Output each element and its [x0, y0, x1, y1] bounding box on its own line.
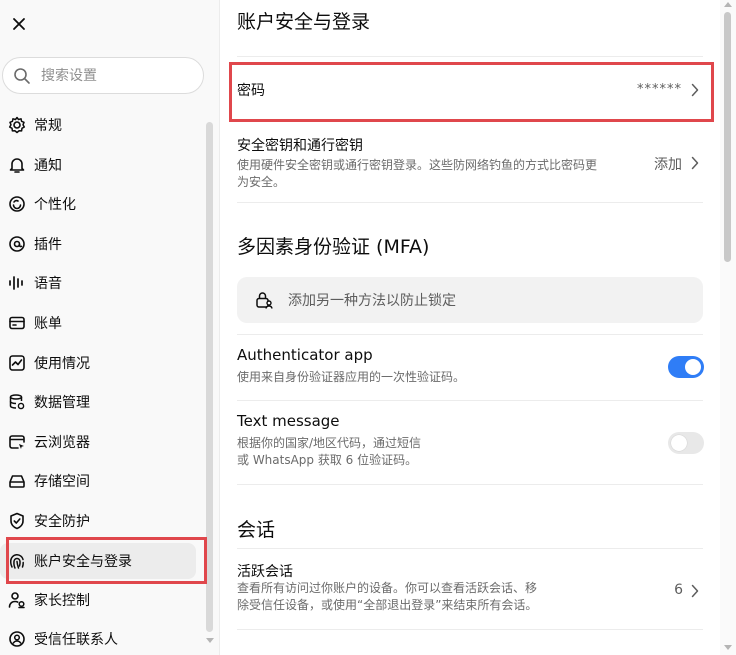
search-icon	[14, 67, 30, 84]
sidebar-item-parental-controls[interactable]: 家长控制	[0, 582, 196, 618]
text-message-description-line2: 或 WhatsApp 获取 6 位验证码。	[237, 453, 418, 467]
sidebar-item-label: 存储空间	[34, 474, 90, 490]
close-button[interactable]	[6, 11, 32, 37]
parental-icon	[8, 592, 25, 609]
cloud-browser-icon	[9, 435, 25, 449]
page-title: 账户安全与登录	[237, 11, 371, 33]
sidebar-item-storage[interactable]: 存储空间	[0, 463, 196, 499]
active-sessions-description: 查看所有访问过你账户的设备。你可以查看活跃会话、移 除受信任设备，或使用“全部退…	[237, 580, 657, 614]
usage-icon	[9, 355, 25, 371]
passkeys-title: 安全密钥和通行密钥	[237, 138, 363, 154]
lock-person-icon	[256, 292, 273, 309]
active-sessions-row[interactable]: 活跃会话 查看所有访问过你账户的设备。你可以查看活跃会话、移 除受信任设备，或使…	[220, 549, 710, 629]
divider	[237, 484, 703, 485]
sidebar-item-general[interactable]: 常规	[0, 107, 196, 143]
scroll-down-arrow-icon[interactable]	[724, 645, 732, 650]
sidebar-item-plugins[interactable]: 插件	[0, 226, 196, 262]
password-row[interactable]: 密码 ******	[220, 62, 710, 118]
sidebar-item-label: 数据管理	[34, 395, 90, 411]
scroll-down-arrow-icon[interactable]	[206, 638, 214, 643]
password-label: 密码	[237, 83, 265, 99]
add-passkey-button[interactable]: 添加	[654, 154, 682, 174]
plugin-icon	[9, 236, 25, 252]
sidebar-item-trusted-contacts[interactable]: 受信任联系人	[0, 621, 196, 655]
sidebar-item-notifications[interactable]: 通知	[0, 147, 196, 183]
password-masked-value: ******	[637, 82, 682, 97]
authenticator-title: Authenticator app	[237, 346, 373, 364]
text-message-title: Text message	[237, 412, 340, 430]
sidebar-item-label: 受信任联系人	[34, 632, 118, 648]
sidebar-item-label: 使用情况	[34, 356, 90, 372]
active-sessions-description-line1: 查看所有访问过你账户的设备。你可以查看活跃会话、移	[237, 581, 538, 595]
passkeys-description-line2: 为安全。	[237, 175, 286, 189]
sessions-heading: 会话	[237, 519, 276, 541]
authenticator-description: 使用来自身份验证器应用的一次性验证码。	[237, 370, 466, 384]
sidebar-item-cloud-browser[interactable]: 云浏览器	[0, 424, 196, 460]
settings-content: 账户安全与登录 密码 ****** 安全密钥和通行密钥 使用硬件安全密钥或通行密…	[220, 0, 720, 655]
passkeys-description: 使用硬件安全密钥或通行密钥登录。这些防网络钓鱼的方式比密码更 为安全。	[237, 157, 637, 191]
sidebar-item-label: 常规	[34, 118, 62, 134]
divider	[237, 629, 703, 630]
sidebar-item-label: 安全防护	[34, 514, 90, 530]
divider	[237, 56, 703, 57]
add-mfa-method-label: 添加另一种方法以防止锁定	[288, 293, 456, 309]
divider	[237, 202, 703, 203]
active-sessions-title: 活跃会话	[237, 564, 293, 580]
scroll-up-arrow-icon[interactable]	[724, 2, 732, 7]
data-icon	[9, 394, 25, 410]
personalization-icon	[9, 196, 25, 212]
text-message-toggle[interactable]	[668, 432, 704, 454]
sidebar-item-voice[interactable]: 语音	[0, 265, 196, 301]
content-scrollbar-thumb[interactable]	[724, 12, 731, 262]
authenticator-toggle[interactable]	[668, 356, 704, 378]
sidebar-item-label: 通知	[34, 158, 62, 174]
fingerprint-icon	[9, 554, 24, 569]
chevron-right-icon	[690, 583, 700, 599]
shield-icon	[10, 512, 24, 530]
sidebar-scrollbar-thumb[interactable]	[206, 122, 213, 632]
chevron-right-icon	[690, 155, 700, 171]
billing-icon	[9, 316, 25, 330]
search-field[interactable]	[2, 57, 204, 94]
gear-icon	[8, 116, 26, 134]
authenticator-row: Authenticator app 使用来自身份验证器应用的一次性验证码。	[220, 334, 710, 400]
text-message-description-line1: 根据你的国家/地区代码，通过短信	[237, 436, 422, 450]
sidebar-item-label: 个性化	[34, 197, 76, 213]
sidebar-item-personalization[interactable]: 个性化	[0, 186, 196, 222]
active-sessions-count: 6	[674, 582, 683, 598]
chevron-right-icon	[690, 82, 700, 98]
sidebar-item-account-security[interactable]: 账户安全与登录	[0, 543, 196, 579]
mfa-heading: 多因素身份验证 (MFA)	[237, 236, 430, 258]
add-mfa-method-button[interactable]: 添加另一种方法以防止锁定	[237, 277, 703, 323]
passkeys-description-line1: 使用硬件安全密钥或通行密钥登录。这些防网络钓鱼的方式比密码更	[237, 158, 598, 172]
content-scrollbar[interactable]	[720, 0, 736, 655]
storage-icon	[9, 475, 25, 488]
close-icon	[13, 18, 25, 30]
sidebar-item-label: 账户安全与登录	[34, 554, 132, 570]
bell-icon	[9, 158, 25, 173]
sidebar-item-label: 语音	[34, 276, 62, 292]
sidebar-item-label: 账单	[34, 316, 62, 332]
passkeys-row[interactable]: 安全密钥和通行密钥 使用硬件安全密钥或通行密钥登录。这些防网络钓鱼的方式比密码更…	[220, 124, 710, 202]
toggle-knob	[671, 435, 687, 451]
voice-icon	[9, 276, 23, 290]
sidebar-item-label: 家长控制	[34, 593, 90, 609]
settings-sidebar: 常规 通知 个性化 插件 语音 账单 使用情况 数据管理 云浏览器 存储空间 安…	[0, 0, 220, 655]
active-sessions-description-line2: 除受信任设备，或使用“全部退出登录”来结束所有会话。	[237, 598, 538, 612]
sidebar-item-usage[interactable]: 使用情况	[0, 345, 196, 381]
text-message-description: 根据你的国家/地区代码，通过短信 或 WhatsApp 获取 6 位验证码。	[237, 435, 421, 469]
sidebar-item-label: 云浏览器	[34, 435, 90, 451]
text-message-row: Text message 根据你的国家/地区代码，通过短信 或 WhatsApp…	[220, 400, 710, 484]
sidebar-item-label: 插件	[34, 237, 62, 253]
sidebar-scrollbar[interactable]	[205, 118, 214, 644]
sidebar-item-data-controls[interactable]: 数据管理	[0, 384, 196, 420]
search-input[interactable]	[39, 66, 183, 85]
sidebar-item-billing[interactable]: 账单	[0, 305, 196, 341]
trusted-contact-icon	[9, 631, 25, 647]
sidebar-item-security[interactable]: 安全防护	[0, 503, 196, 539]
toggle-knob	[685, 359, 701, 375]
